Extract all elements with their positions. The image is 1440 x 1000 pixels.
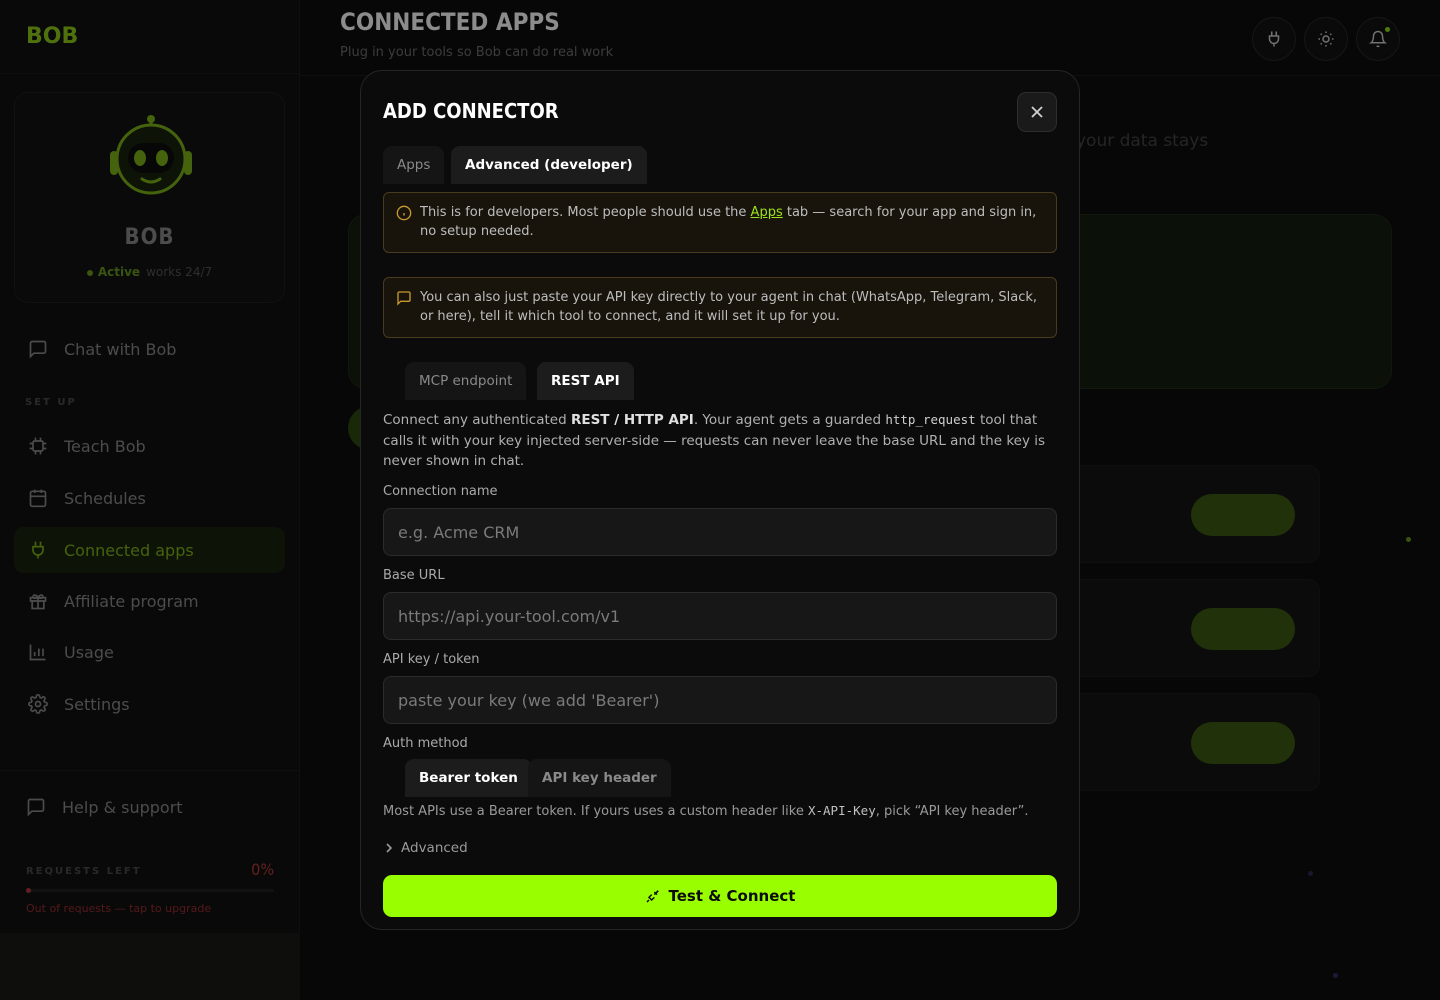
connection-name-input[interactable] [383, 508, 1057, 556]
info-icon [396, 205, 412, 221]
base-url-input[interactable] [383, 592, 1057, 640]
advanced-label: Advanced [401, 840, 468, 856]
desc-bold: REST / HTTP API [570, 412, 694, 428]
api-key-label: API key / token [383, 652, 480, 667]
hint-code: X-API-Key [807, 803, 876, 818]
modal-title: ADD CONNECTOR [383, 99, 559, 123]
desc-code: http_request [885, 412, 976, 427]
close-icon [1031, 106, 1043, 118]
subtab-mcp-endpoint[interactable]: MCP endpoint [405, 362, 527, 400]
desc-part: Connect any authenticated [383, 412, 571, 428]
notice-text: You can also just paste your API key dir… [420, 290, 1038, 324]
base-url-label: Base URL [383, 568, 445, 583]
apps-tab-link[interactable]: Apps [751, 205, 783, 220]
chat-paste-notice: You can also just paste your API key dir… [383, 277, 1057, 338]
add-connector-modal: ADD CONNECTOR Apps Advanced (developer) … [360, 70, 1080, 930]
tab-advanced-developer[interactable]: Advanced (developer) [451, 146, 647, 184]
close-button[interactable] [1017, 92, 1057, 132]
notice-text: This is for developers. Most people shou… [420, 203, 1046, 241]
connection-name-label: Connection name [383, 484, 498, 499]
auth-hint: Most APIs use a Bearer token. If yours u… [383, 803, 1029, 819]
notice-text-pre: This is for developers. Most people shou… [420, 205, 751, 220]
test-connect-button[interactable]: Test & Connect [383, 875, 1057, 917]
auth-method-label: Auth method [383, 736, 468, 751]
rest-api-description: Connect any authenticated REST / HTTP AP… [383, 410, 1059, 472]
api-key-input[interactable] [383, 676, 1057, 724]
developer-notice: This is for developers. Most people shou… [383, 192, 1057, 253]
desc-part: . Your agent gets a guarded [693, 412, 886, 428]
chevron-right-icon [386, 843, 393, 853]
connect-label: Test & Connect [668, 887, 796, 905]
auth-bearer-token[interactable]: Bearer token [405, 759, 532, 797]
advanced-toggle[interactable]: Advanced [383, 840, 468, 856]
hint-part: , pick “API key header”. [875, 804, 1029, 819]
auth-api-key-header[interactable]: API key header [528, 759, 671, 797]
hint-part: Most APIs use a Bearer token. If yours u… [383, 804, 808, 819]
message-square-icon [397, 291, 411, 306]
subtab-rest-api[interactable]: REST API [537, 362, 634, 400]
tab-apps[interactable]: Apps [383, 146, 445, 184]
plug-connect-icon [645, 890, 659, 903]
